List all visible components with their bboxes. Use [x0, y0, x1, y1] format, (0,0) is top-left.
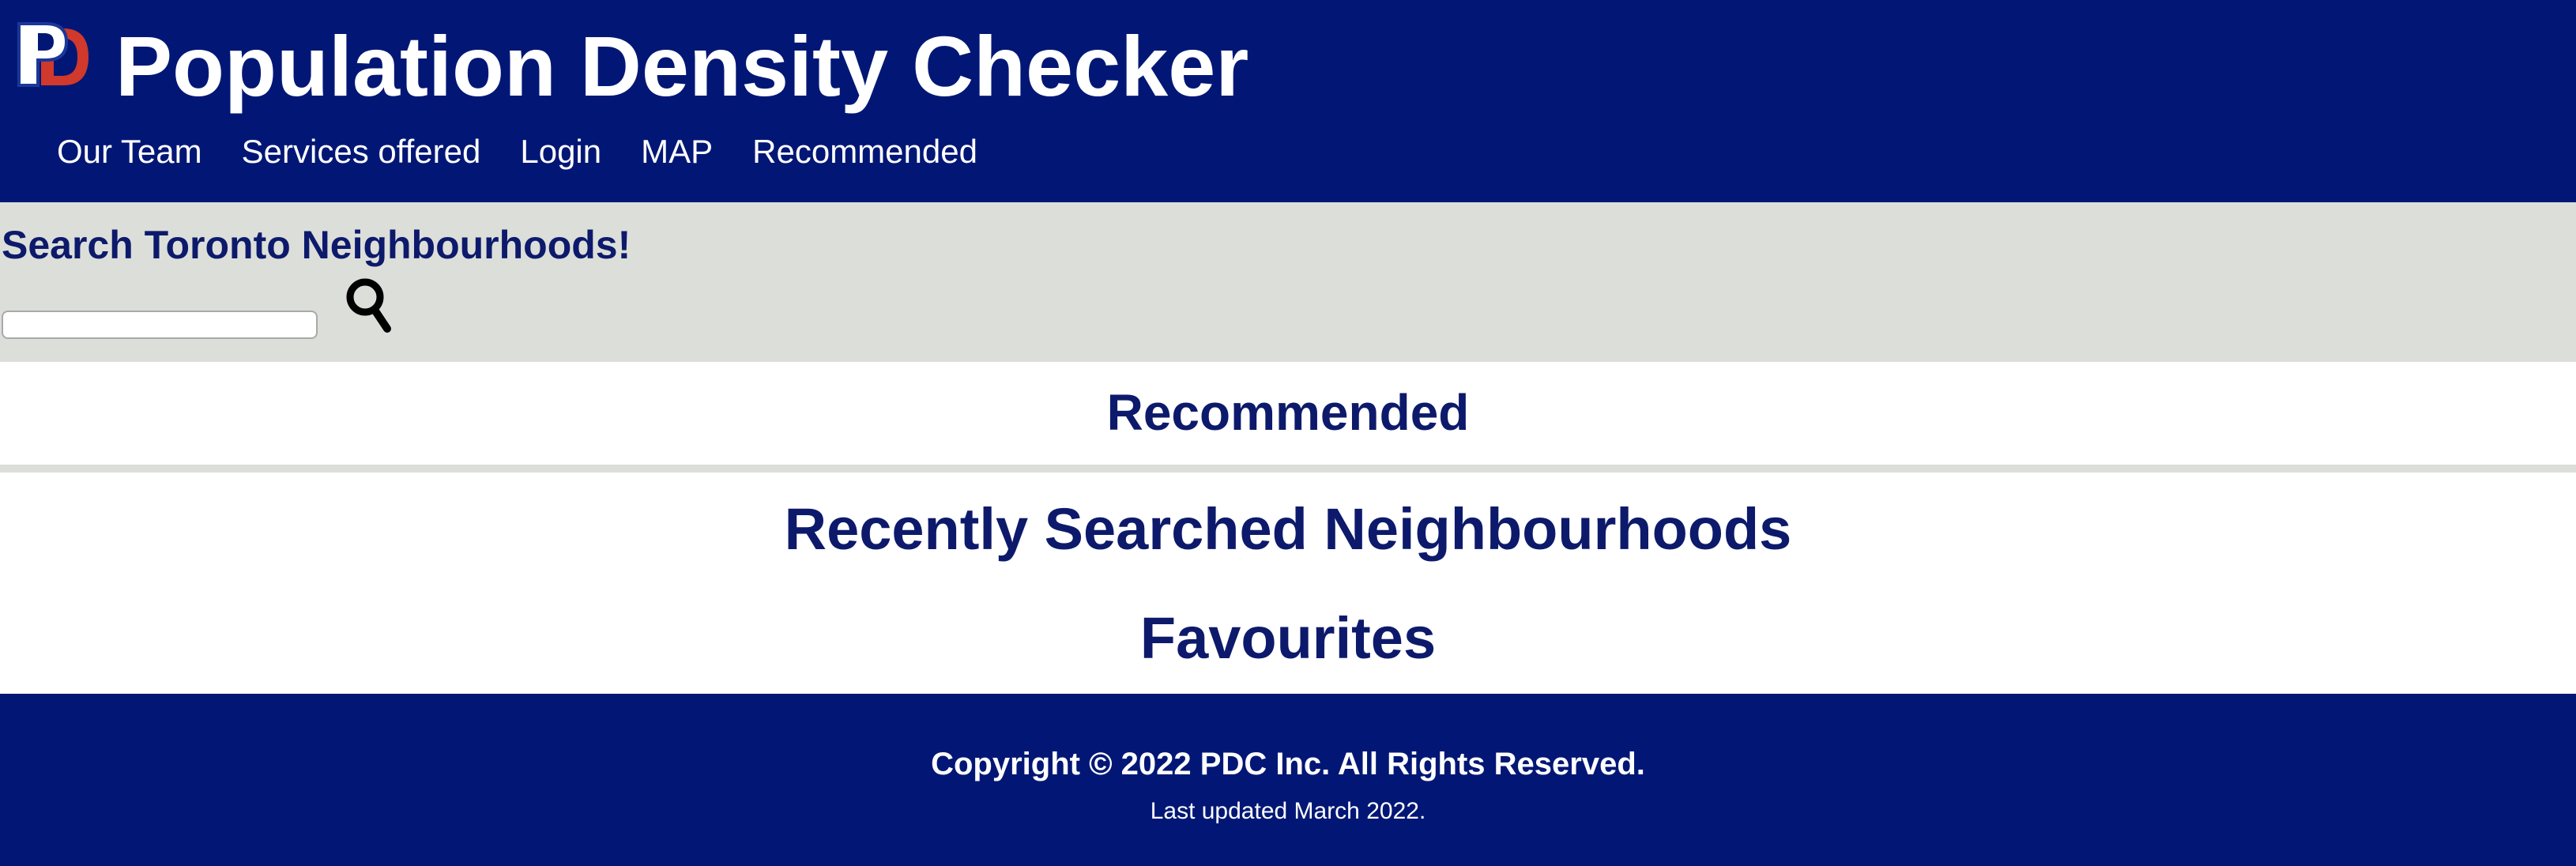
nav-services-offered[interactable]: Services offered	[242, 133, 481, 171]
page: Population Density Checker Our Team Serv…	[0, 0, 2576, 866]
last-updated-text: Last updated March 2022.	[1150, 798, 1426, 824]
main-nav: Our Team Services offered Login MAP Reco…	[57, 126, 1017, 177]
site-header: Population Density Checker Our Team Serv…	[0, 0, 2576, 202]
nav-map[interactable]: MAP	[641, 133, 713, 171]
site-footer: Copyright © 2022 PDC Inc. All Rights Res…	[0, 694, 2576, 866]
search-heading: Search Toronto Neighbourhoods!	[2, 223, 631, 267]
recently-searched-heading: Recently Searched Neighbourhoods	[784, 496, 1792, 562]
copyright-text: Copyright © 2022 PDC Inc. All Rights Res…	[931, 747, 1645, 781]
search-button[interactable]	[345, 277, 397, 335]
site-title: Population Density Checker	[115, 18, 1249, 114]
search-section: Search Toronto Neighbourhoods!	[0, 202, 2576, 362]
recommended-heading: Recommended	[1106, 384, 1470, 441]
pd-logo-icon[interactable]	[14, 21, 93, 92]
nav-recommended[interactable]: Recommended	[752, 133, 977, 171]
search-icon	[346, 278, 391, 333]
recommended-section: Recommended	[0, 362, 2576, 465]
nav-our-team[interactable]: Our Team	[57, 133, 202, 171]
pd-logo-graphic	[17, 22, 89, 87]
nav-login[interactable]: Login	[520, 133, 601, 171]
lists-section: Recently Searched Neighbourhoods Favouri…	[0, 473, 2576, 694]
search-input[interactable]	[2, 311, 318, 339]
favourites-heading: Favourites	[1139, 605, 1437, 671]
